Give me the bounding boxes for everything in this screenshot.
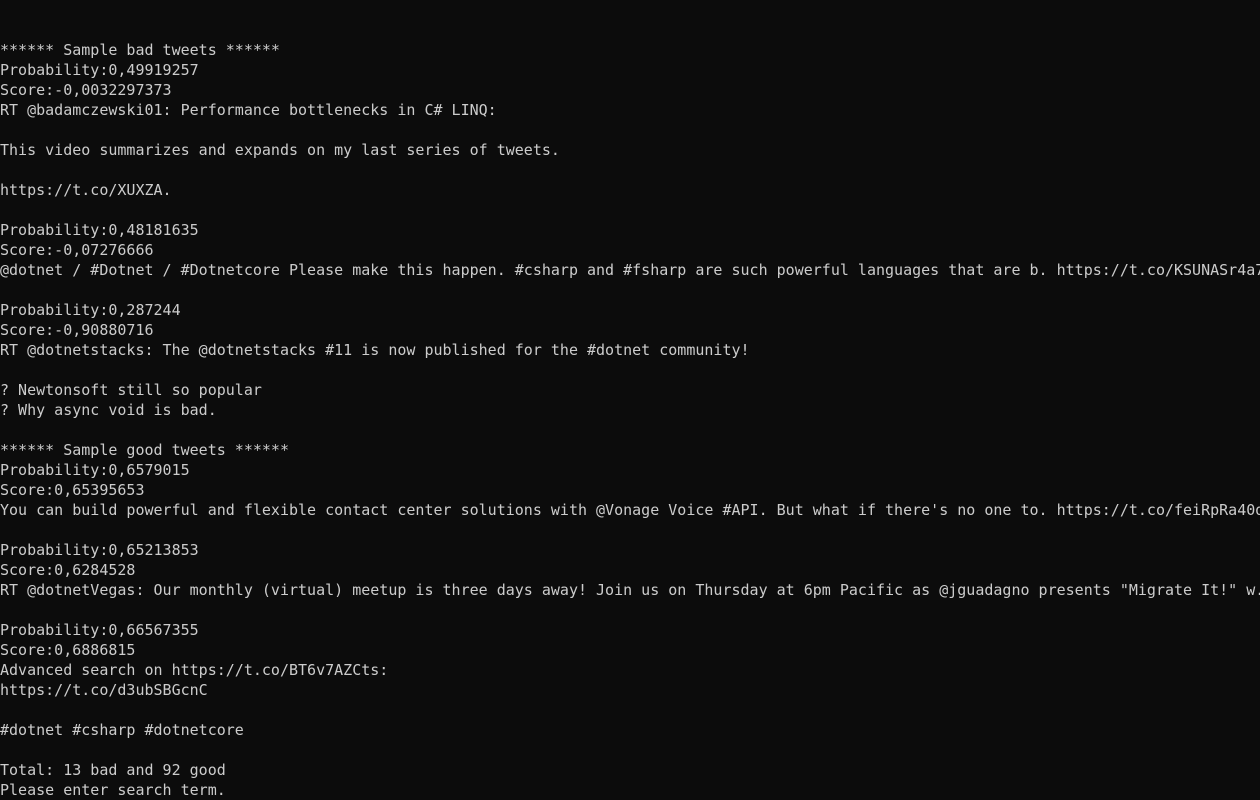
terminal-line: Advanced search on https://t.co/BT6v7AZC…: [0, 661, 389, 679]
terminal-line: ****** Sample bad tweets ******: [0, 41, 280, 59]
terminal-line: RT @dotnetstacks: The @dotnetstacks #11 …: [0, 341, 750, 359]
terminal-line: RT @dotnetVegas: Our monthly (virtual) m…: [0, 581, 1260, 599]
terminal-line: Probability:0,287244: [0, 301, 181, 319]
terminal-line: Score:0,6284528: [0, 561, 136, 579]
terminal-line: This video summarizes and expands on my …: [0, 141, 560, 159]
terminal-line: Probability:0,66567355: [0, 621, 199, 639]
terminal-line: You can build powerful and flexible cont…: [0, 501, 1260, 519]
terminal-output-buffer: ****** Sample bad tweets ****** Probabili…: [0, 40, 1260, 800]
terminal-line: ? Newtonsoft still so popular: [0, 381, 262, 399]
terminal-line: #dotnet #csharp #dotnetcore: [0, 721, 244, 739]
terminal-console[interactable]: ****** Sample bad tweets ****** Probabili…: [0, 0, 1260, 800]
terminal-line: ****** Sample good tweets ******: [0, 441, 289, 459]
terminal-line: Probability:0,49919257: [0, 61, 199, 79]
terminal-line: Score:-0,90880716: [0, 321, 154, 339]
terminal-line: Probability:0,6579015: [0, 461, 190, 479]
terminal-line: Score:-0,07276666: [0, 241, 154, 259]
terminal-line: Score:-0,0032297373: [0, 81, 172, 99]
terminal-line: Probability:0,48181635: [0, 221, 199, 239]
terminal-line: https://t.co/d3ubSBGcnC: [0, 681, 208, 699]
terminal-line: Score:0,65395653: [0, 481, 145, 499]
terminal-line: Total: 13 bad and 92 good: [0, 761, 226, 779]
terminal-line: Score:0,6886815: [0, 641, 136, 659]
terminal-line: ? Why async void is bad.: [0, 401, 217, 419]
terminal-line: https://t.co/XUXZA.: [0, 181, 172, 199]
terminal-line: Probability:0,65213853: [0, 541, 199, 559]
terminal-line: Please enter search term.: [0, 781, 226, 799]
terminal-line: @dotnet / #Dotnet / #Dotnetcore Please m…: [0, 261, 1260, 279]
terminal-line: RT @badamczewski01: Performance bottlene…: [0, 101, 497, 119]
